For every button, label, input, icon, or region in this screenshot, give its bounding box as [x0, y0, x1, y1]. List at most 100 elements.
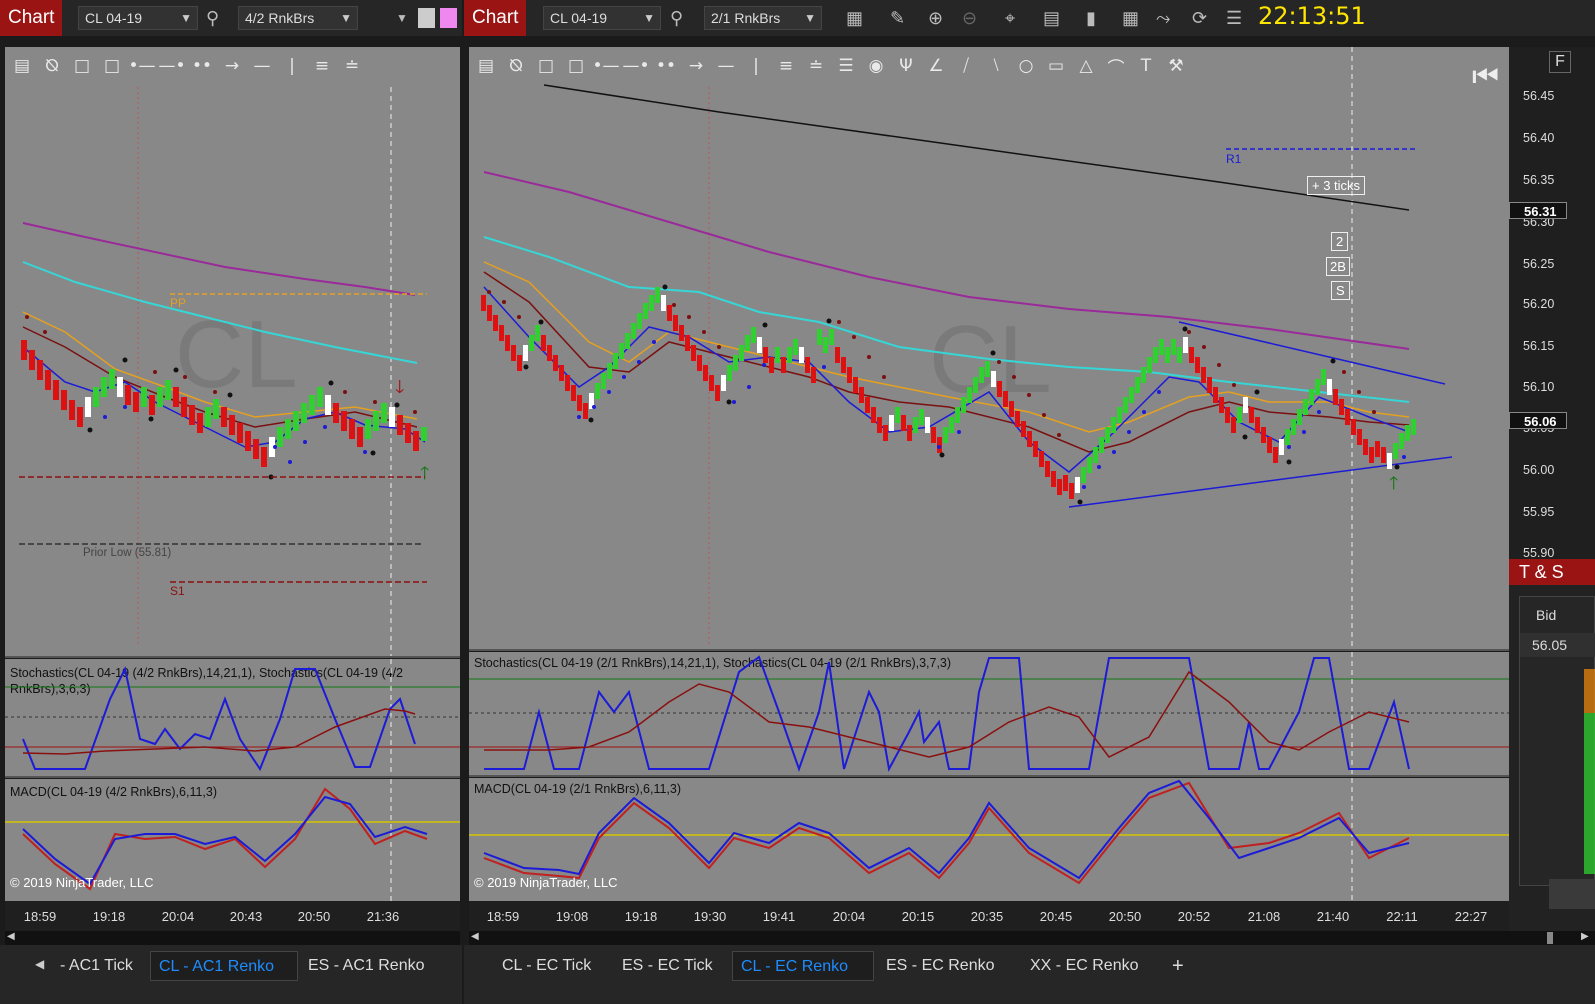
ts-scrollbar[interactable]: [1549, 879, 1595, 909]
drawing-tools-icon[interactable]: ⤳: [1156, 7, 1170, 29]
bar-style-icon[interactable]: ▦: [846, 7, 863, 29]
left-time-axis[interactable]: 18:59 19:18 20:04 20:43 20:50 21:36: [5, 901, 460, 931]
right-time-axis[interactable]: 18:59 19:08 19:18 19:30 19:41 20:04 20:1…: [469, 901, 1509, 931]
up-arrow-icon: 🡑: [1389, 473, 1398, 493]
bid-column-header[interactable]: Bid: [1520, 603, 1595, 627]
left-instrument-value: CL 04-19: [85, 10, 143, 26]
right-macd-chart: [469, 778, 1509, 901]
time-label: 21:40: [1316, 909, 1350, 924]
ts-volume-column: [1584, 669, 1595, 874]
time-label: 20:52: [1177, 909, 1211, 924]
refresh-icon[interactable]: ⟳: [1192, 7, 1207, 29]
time-label: 19:18: [92, 909, 126, 924]
scroll-left-icon[interactable]: ◀: [7, 931, 15, 942]
tab-scroll-left-icon[interactable]: ◀: [35, 957, 44, 971]
up-arrow-icon: 🡑: [420, 463, 429, 483]
time-label: 19:30: [693, 909, 727, 924]
time-label: 21:08: [1247, 909, 1281, 924]
pencil-icon[interactable]: ✎: [890, 7, 905, 29]
price-label: 56.00: [1523, 463, 1555, 477]
scroll-thumb[interactable]: [1547, 932, 1553, 944]
time-label: 22:11: [1386, 909, 1418, 924]
right-panel-divider-2[interactable]: [469, 775, 1509, 777]
prior-low-label: Prior Low (55.81): [83, 547, 171, 559]
ticks-annotation[interactable]: + 3 ticks: [1307, 176, 1366, 195]
tab-cl-ec-renko[interactable]: CL - EC Renko: [732, 951, 874, 981]
chevron-down-icon: ▼: [804, 11, 816, 25]
signal-box-2[interactable]: 2: [1331, 232, 1349, 251]
chevron-down-icon: ▼: [340, 11, 352, 25]
left-stochastics-panel[interactable]: Stochastics(CL 04-19 (4/2 RnkBrs),14,21,…: [5, 659, 460, 776]
chevron-down-icon: ▼: [180, 11, 192, 25]
left-macd-panel[interactable]: MACD(CL 04-19 (4/2 RnkBrs),6,11,3) © 201…: [5, 779, 460, 901]
scroll-left-icon[interactable]: ◀: [471, 931, 479, 942]
indicators-icon[interactable]: ▮: [1086, 7, 1096, 29]
time-and-sales-panel[interactable]: T & S Bid 56.05: [1509, 559, 1595, 931]
right-copyright: © 2019 NinjaTrader, LLC: [474, 875, 618, 890]
zoom-in-icon[interactable]: ⊕: [928, 7, 943, 29]
signal-box-s[interactable]: S: [1331, 281, 1350, 300]
time-label: 18:59: [486, 909, 520, 924]
price-label: 55.90: [1523, 546, 1555, 560]
right-bartype-selector[interactable]: 2/1 RnkBrs ▼: [704, 6, 822, 30]
right-instrument-selector[interactable]: CL 04-19 ▼: [543, 6, 661, 30]
ts-title: T & S: [1509, 559, 1595, 585]
bid-value: 56.05: [1520, 633, 1595, 657]
add-tab-button[interactable]: +: [1164, 951, 1192, 981]
tab-es-ac1-renko[interactable]: ES - AC1 Renko: [300, 951, 433, 981]
properties-icon[interactable]: ☰: [1226, 7, 1242, 29]
price-label: 56.25: [1523, 257, 1555, 271]
signal-box-2b[interactable]: 2B: [1326, 257, 1350, 276]
right-instrument-value: CL 04-19: [550, 10, 608, 26]
pink-color-swatch[interactable]: [440, 8, 457, 28]
time-label: 22:27: [1454, 909, 1488, 924]
left-stochastics-chart: [5, 659, 460, 776]
tab-xx-ec-renko[interactable]: XX - EC Renko: [1022, 951, 1146, 981]
search-icon[interactable]: ⚲: [670, 7, 683, 29]
s1-label: S1: [170, 584, 185, 598]
data-box-icon[interactable]: ▤: [1043, 7, 1060, 29]
right-panel-divider[interactable]: [469, 649, 1509, 651]
left-chart-menu-button[interactable]: Chart: [0, 0, 63, 36]
time-label: 20:04: [161, 909, 195, 924]
left-scrollbar[interactable]: ◀: [5, 931, 460, 945]
right-chart-menu-button[interactable]: Chart: [464, 0, 527, 36]
search-icon[interactable]: ⚲: [206, 7, 219, 29]
tab-cl-ec-tick[interactable]: CL - EC Tick: [494, 951, 599, 981]
crosshair-icon[interactable]: ⌖: [1005, 7, 1015, 29]
left-chart-watermark: CL: [175, 301, 298, 408]
left-instrument-selector[interactable]: CL 04-19 ▼: [78, 6, 198, 30]
left-price-panel[interactable]: ▤ ⦰ □ □ •— —• •• → — | ≡ ≐ CL 🡓 🡑 PP Pri…: [5, 47, 460, 656]
time-label: 18:59: [23, 909, 57, 924]
time-label: 20:15: [901, 909, 935, 924]
f-button[interactable]: F: [1549, 51, 1571, 73]
right-macd-panel[interactable]: MACD(CL 04-19 (2/1 RnkBrs),6,11,3) © 201…: [469, 778, 1509, 901]
right-price-panel[interactable]: ▤ ⦰ □ □ •— —• •• → — | ≡ ≐ ☰ ◉ Ψ ∠ ⧸ ⧵ ○…: [469, 47, 1509, 649]
current-price-marker: 56.06: [1509, 412, 1567, 429]
right-price-axis[interactable]: F 56.45 56.40 56.35 56.30 56.25 56.20 56…: [1509, 47, 1595, 560]
left-panel-divider[interactable]: [5, 656, 460, 658]
left-tabbar: ◀ - AC1 Tick CL - AC1 Renko ES - AC1 Ren…: [0, 945, 462, 1004]
dropdown-arrow-icon[interactable]: ▼: [396, 7, 408, 29]
gray-color-swatch[interactable]: [418, 8, 435, 28]
clock: 22:13:51: [1258, 2, 1366, 30]
time-label: 20:35: [970, 909, 1004, 924]
time-label: 19:18: [624, 909, 658, 924]
left-panel-divider-2[interactable]: [5, 776, 460, 778]
time-label: 20:50: [1108, 909, 1142, 924]
left-price-chart: CL 🡓 🡑 PP Prior Low (55.81) S1: [19, 87, 429, 656]
scroll-right-icon[interactable]: ▶: [1581, 931, 1589, 942]
time-label: 20:50: [297, 909, 331, 924]
r1-label: R1: [1226, 152, 1242, 166]
tab-cl-ac1-renko[interactable]: CL - AC1 Renko: [150, 951, 298, 981]
left-bartype-selector[interactable]: 4/2 RnkBrs ▼: [238, 6, 358, 30]
tab-ac1-tick[interactable]: - AC1 Tick: [52, 951, 141, 981]
tab-es-ec-renko[interactable]: ES - EC Renko: [878, 951, 1002, 981]
tab-es-ec-tick[interactable]: ES - EC Tick: [614, 951, 721, 981]
right-scrollbar[interactable]: ◀ ▶: [469, 931, 1595, 945]
zoom-out-icon[interactable]: ⊖: [962, 7, 977, 29]
time-label: 20:45: [1039, 909, 1073, 924]
right-stochastics-chart: [469, 652, 1509, 775]
right-stochastics-panel[interactable]: Stochastics(CL 04-19 (2/1 RnkBrs),14,21,…: [469, 652, 1509, 775]
strategies-icon[interactable]: ▦: [1122, 7, 1139, 29]
